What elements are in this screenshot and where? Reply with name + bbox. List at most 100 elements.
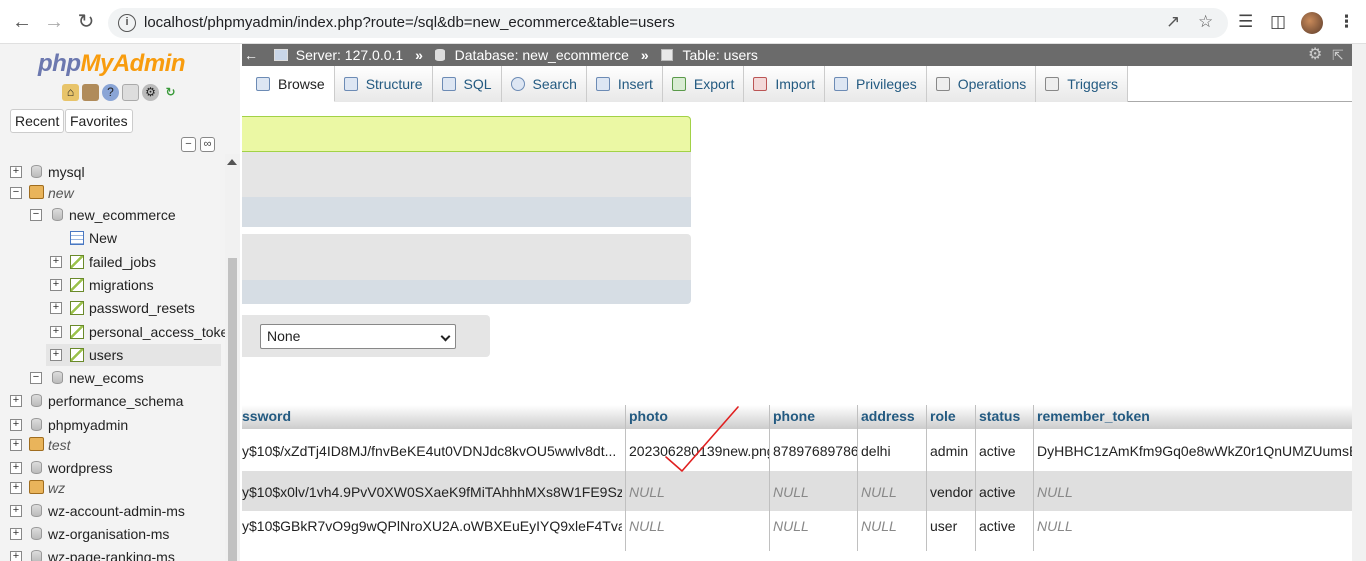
expand-icon[interactable]: +	[10, 505, 22, 517]
tree-item-new-ecommerce[interactable]: − new_ecommerce	[0, 204, 225, 226]
expand-icon[interactable]: +	[10, 166, 22, 178]
reload-icon[interactable]: ↻	[74, 10, 98, 34]
expand-icon[interactable]: +	[10, 395, 22, 407]
tree-item-personal-access-tokens[interactable]: + personal_access_tokens	[0, 321, 225, 343]
table-row[interactable]: y$10$GBkR7vO9g9wQPlNroXU2A.oWBXEuEyIYQ9x…	[242, 511, 1352, 551]
docs-icon[interactable]	[122, 84, 139, 101]
expand-icon[interactable]: +	[50, 349, 62, 361]
chevron-down-icon	[440, 331, 451, 342]
home-icon[interactable]: ⌂	[62, 84, 79, 101]
profile-avatar[interactable]	[1301, 12, 1323, 34]
tree-item-performance-schema[interactable]: + performance_schema	[0, 390, 225, 412]
database-icon	[52, 371, 63, 384]
tree-item-new[interactable]: − new	[0, 182, 225, 204]
favorites-button[interactable]: Favorites	[65, 109, 133, 133]
table-row[interactable]: y$10$/xZdTj4ID8MJ/fnvBeKE4ut0VDNJdc8kvOU…	[242, 431, 1352, 471]
expand-icon[interactable]: +	[50, 302, 62, 314]
bookmark-star-icon[interactable]: ☆	[1198, 12, 1213, 32]
database-icon	[31, 527, 42, 540]
collapse-icon[interactable]: −	[30, 372, 42, 384]
tree-item-test[interactable]: + test	[0, 434, 225, 456]
column-header-password[interactable]: ssword	[242, 408, 291, 424]
tab-export[interactable]: Export	[662, 66, 745, 102]
browser-menu-icon[interactable]: ⋮	[1338, 12, 1355, 32]
tree-item-wz[interactable]: + wz	[0, 477, 225, 499]
sort-key-select[interactable]: None	[260, 324, 456, 349]
refresh-icon[interactable]: ↻	[162, 84, 179, 101]
tree-item-mysql[interactable]: + mysql	[0, 161, 225, 183]
expand-icon[interactable]: +	[10, 439, 22, 451]
help-icon[interactable]: ?	[102, 84, 119, 101]
tab-structure[interactable]: Structure	[334, 66, 433, 102]
triggers-icon	[1045, 77, 1060, 91]
table-tabs: Browse Structure SQL Search Insert Expor…	[242, 66, 1352, 102]
column-header-role[interactable]: role	[930, 408, 956, 424]
tab-import[interactable]: Import	[744, 66, 826, 102]
tree-item-wordpress[interactable]: + wordpress	[0, 457, 225, 479]
tab-privileges[interactable]: Privileges	[825, 66, 927, 102]
tab-browse[interactable]: Browse	[242, 66, 335, 102]
column-header-photo[interactable]: photo	[629, 408, 668, 424]
tree-item-users[interactable]: + users	[46, 344, 221, 366]
tree-item-wz-page-ranking-ms[interactable]: + wz-page-ranking-ms	[0, 546, 225, 561]
breadcrumb-separator: »	[640, 47, 649, 63]
address-bar[interactable]: i localhost/phpmyadmin/index.php?route=/…	[108, 8, 1228, 38]
expand-icon[interactable]: +	[50, 279, 62, 291]
expand-icon[interactable]: +	[10, 528, 22, 540]
column-divider	[975, 405, 976, 551]
phpmyadmin-logo[interactable]: phpMyAdmin	[38, 50, 185, 78]
settings-gear-icon[interactable]: ⚙	[1308, 44, 1322, 66]
collapse-all-icon[interactable]: −	[181, 137, 196, 152]
tab-search[interactable]: Search	[501, 66, 587, 102]
reading-list-icon[interactable]: ☰	[1238, 12, 1253, 32]
tree-item-wz-account-admin-ms[interactable]: + wz-account-admin-ms	[0, 500, 225, 522]
expand-icon[interactable]: +	[50, 256, 62, 268]
tree-item-phpmyadmin[interactable]: + phpmyadmin	[0, 414, 225, 436]
url-text[interactable]: localhost/phpmyadmin/index.php?route=/sq…	[144, 14, 675, 31]
column-header-remember-token[interactable]: remember_token	[1037, 408, 1150, 424]
expand-icon[interactable]: +	[10, 462, 22, 474]
tab-triggers[interactable]: Triggers	[1036, 66, 1129, 102]
collapse-icon[interactable]: −	[10, 187, 22, 199]
link-icon[interactable]: ∞	[200, 137, 215, 152]
operations-icon	[935, 77, 950, 91]
tree-item-new-ecoms[interactable]: − new_ecoms	[0, 367, 225, 389]
tab-sql[interactable]: SQL	[432, 66, 502, 102]
side-panel-icon[interactable]: ◫	[1270, 12, 1286, 32]
breadcrumb-separator: »	[415, 47, 423, 63]
back-arrow-icon[interactable]: ←	[10, 10, 34, 34]
breadcrumb-database[interactable]: Database: new_ecommerce	[455, 44, 629, 66]
table-row[interactable]: y$10$x0lv/1vh4.9PvV0XW0SXaeK9fMiTAhhhMXs…	[242, 471, 1352, 511]
expand-icon[interactable]: +	[50, 326, 62, 338]
breadcrumb-table[interactable]: Table: users	[682, 44, 757, 66]
structure-icon	[343, 77, 358, 91]
expand-icon[interactable]: +	[10, 482, 22, 494]
column-header-status[interactable]: status	[979, 408, 1020, 424]
tree-item-failed-jobs[interactable]: + failed_jobs	[0, 251, 225, 273]
tree-item-new-table[interactable]: New	[0, 227, 225, 249]
scroll-up-arrow-icon[interactable]	[227, 159, 237, 165]
tree-item-password-resets[interactable]: + password_resets	[0, 297, 225, 319]
back-arrow-icon[interactable]: ←	[244, 44, 258, 66]
column-header-address[interactable]: address	[861, 408, 915, 424]
forward-arrow-icon[interactable]: →	[42, 10, 66, 34]
tree-item-migrations[interactable]: + migrations	[0, 274, 225, 296]
page-scrollbar[interactable]	[1352, 44, 1366, 561]
recent-button[interactable]: Recent	[10, 109, 65, 133]
breadcrumb-server[interactable]: Server: 127.0.0.1	[296, 44, 403, 66]
sidebar-scrollbar-thumb[interactable]	[228, 258, 237, 561]
tab-insert[interactable]: Insert	[586, 66, 663, 102]
collapse-top-icon[interactable]: ⇱	[1332, 44, 1344, 66]
collapse-icon[interactable]: −	[30, 209, 42, 221]
expand-icon[interactable]: +	[10, 551, 22, 561]
tree-item-wz-organisation-ms[interactable]: + wz-organisation-ms	[0, 523, 225, 545]
logout-icon[interactable]	[82, 84, 99, 101]
site-info-icon[interactable]: i	[118, 14, 136, 32]
column-header-phone[interactable]: phone	[773, 408, 815, 424]
share-icon[interactable]: ↗	[1166, 12, 1180, 32]
tab-operations[interactable]: Operations	[926, 66, 1037, 102]
expand-icon[interactable]: +	[10, 419, 22, 431]
settings-gear-icon[interactable]: ⚙	[142, 84, 159, 101]
database-group-icon	[29, 185, 44, 199]
browse-icon	[256, 76, 270, 91]
